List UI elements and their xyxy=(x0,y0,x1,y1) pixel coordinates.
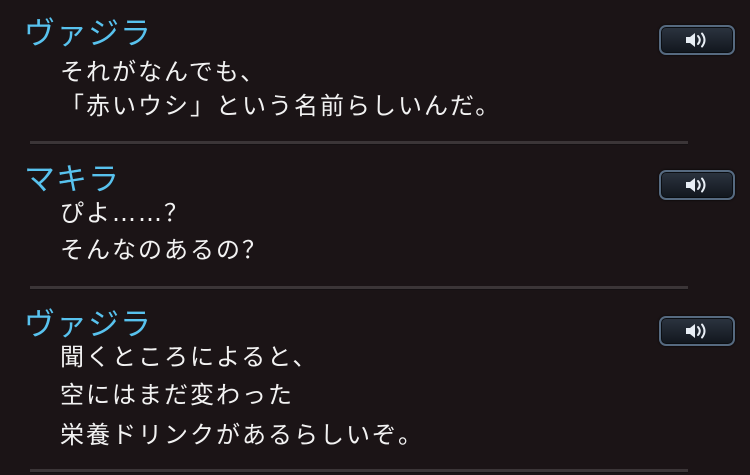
entry-divider xyxy=(30,141,688,145)
speaker-name: マキラ xyxy=(24,162,120,198)
entry-divider xyxy=(30,286,688,290)
speaker-icon xyxy=(684,176,710,194)
backlog: ヴァジラ それがなんでも、 「赤いウシ」という名前らしいんだ。 マキラ ぴよ……… xyxy=(0,0,750,475)
dialogue-line: そんなのあるの？ xyxy=(60,236,268,264)
voice-replay-button[interactable] xyxy=(659,316,735,346)
speaker-name: ヴァジラ xyxy=(24,16,152,52)
dialogue-line: 「赤いウシ」という名前らしいんだ。 xyxy=(60,92,502,120)
entry-divider xyxy=(30,469,688,473)
dialogue-line: 聞くところによると、 xyxy=(60,343,319,371)
speaker-icon xyxy=(684,322,710,340)
voice-replay-button[interactable] xyxy=(659,170,735,200)
dialogue-line: ぴよ……？ xyxy=(60,199,190,227)
speaker-icon xyxy=(684,31,710,49)
dialogue-line: 栄養ドリンクがあるらしいぞ。 xyxy=(60,421,424,449)
voice-replay-button[interactable] xyxy=(659,25,735,55)
speaker-name: ヴァジラ xyxy=(24,307,152,343)
dialogue-line: 空にはまだ変わった xyxy=(60,381,294,409)
dialogue-line: それがなんでも、 xyxy=(60,58,267,86)
